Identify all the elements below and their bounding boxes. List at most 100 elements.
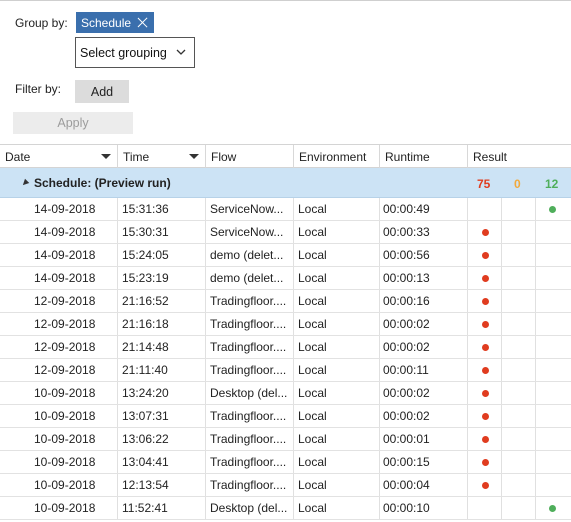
table-row[interactable]: 10-09-2018 12:13:54 Tradingfloor.... Local 0… [0, 474, 571, 497]
date-cell: 12-09-2018 [0, 359, 118, 381]
flow-cell: Tradingfloor.... [206, 428, 294, 450]
flow-cell: Tradingfloor.... [206, 451, 294, 473]
environment-cell: Local [294, 474, 380, 496]
result-fail-cell [468, 313, 502, 335]
result-fail-cell [468, 267, 502, 289]
runtime-cell: 00:00:16 [380, 290, 468, 312]
time-cell: 13:07:31 [118, 405, 206, 427]
runtime-cell: 00:00:10 [380, 497, 468, 519]
column-header-result[interactable]: Result [468, 145, 571, 168]
flow-cell: Desktop (del... [206, 497, 294, 519]
date-cell: 12-09-2018 [0, 336, 118, 358]
result-fail-cell [468, 405, 502, 427]
table-row[interactable]: 12-09-2018 21:16:18 Tradingfloor.... Local 0… [0, 313, 571, 336]
apply-button[interactable]: Apply [13, 112, 133, 134]
result-warn-cell [502, 336, 536, 358]
failed-status-icon [482, 458, 489, 466]
table-row[interactable]: 12-09-2018 21:16:52 Tradingfloor.... Local 0… [0, 290, 571, 313]
date-cell: 12-09-2018 [0, 313, 118, 335]
table-row[interactable]: 14-09-2018 15:31:36 ServiceNow... Local 00:0… [0, 198, 571, 221]
table-row[interactable]: 10-09-2018 13:04:41 Tradingfloor.... Local 0… [0, 451, 571, 474]
flow-cell: demo (delet... [206, 244, 294, 266]
result-warn-cell [502, 382, 536, 404]
result-fail-cell [468, 336, 502, 358]
runtime-cell: 00:00:02 [380, 382, 468, 404]
flow-cell: Tradingfloor.... [206, 405, 294, 427]
success-count: 12 [545, 177, 559, 191]
result-warn-cell [502, 451, 536, 473]
table-row[interactable]: 12-09-2018 21:11:40 Tradingfloor.... Local 0… [0, 359, 571, 382]
failed-status-icon [482, 389, 489, 397]
failed-count: 75 [477, 177, 491, 191]
table-row[interactable]: 10-09-2018 11:52:41 Desktop (del... Local 00… [0, 497, 571, 520]
success-status-icon [549, 504, 556, 512]
column-header-runtime[interactable]: Runtime [380, 145, 468, 168]
time-cell: 11:52:41 [118, 497, 206, 519]
flow-cell: ServiceNow... [206, 221, 294, 243]
collapse-arrow-icon[interactable] [20, 178, 30, 188]
warning-count: 0 [514, 177, 521, 191]
result-ok-cell [536, 221, 571, 243]
flow-cell: Tradingfloor.... [206, 313, 294, 335]
time-cell: 21:14:48 [118, 336, 206, 358]
date-cell: 10-09-2018 [0, 497, 118, 519]
table-row[interactable]: 10-09-2018 13:24:20 Desktop (del... Local 00… [0, 382, 571, 405]
failed-status-icon [482, 274, 489, 282]
column-header-environment[interactable]: Environment [294, 145, 380, 168]
grouping-select[interactable]: Select grouping [75, 37, 195, 68]
table-row[interactable]: 10-09-2018 13:06:22 Tradingfloor.... Local 0… [0, 428, 571, 451]
time-cell: 21:16:18 [118, 313, 206, 335]
date-cell: 10-09-2018 [0, 405, 118, 427]
failed-status-icon [482, 435, 489, 443]
table-row[interactable]: 14-09-2018 15:24:05 demo (delet... Local 00:… [0, 244, 571, 267]
failed-status-icon [482, 297, 489, 305]
result-fail-cell [468, 290, 502, 312]
dropdown-arrow-icon[interactable] [101, 154, 111, 159]
grouping-select-value: Select grouping [80, 45, 167, 60]
column-header-time[interactable]: Time [118, 145, 206, 168]
group-by-label: Group by: [15, 16, 68, 30]
table-row[interactable]: 10-09-2018 13:07:31 Tradingfloor.... Local 0… [0, 405, 571, 428]
result-warn-cell [502, 244, 536, 266]
close-icon[interactable] [137, 17, 148, 28]
date-cell: 10-09-2018 [0, 382, 118, 404]
flow-cell: Tradingfloor.... [206, 359, 294, 381]
result-ok-cell [536, 497, 571, 519]
column-header-label: Time [123, 149, 150, 164]
result-ok-cell [536, 336, 571, 358]
result-fail-cell [468, 451, 502, 473]
table-row[interactable]: 14-09-2018 15:23:19 demo (delet... Local 00:… [0, 267, 571, 290]
time-cell: 12:13:54 [118, 474, 206, 496]
group-by-chip-schedule[interactable]: Schedule [76, 12, 155, 33]
column-header-date[interactable]: Date [0, 145, 118, 168]
add-filter-button[interactable]: Add [75, 80, 129, 103]
filter-by-label: Filter by: [15, 82, 62, 96]
time-cell: 13:06:22 [118, 428, 206, 450]
result-ok-cell [536, 198, 571, 220]
table-row[interactable]: 14-09-2018 15:30:31 ServiceNow... Local 00:0… [0, 221, 571, 244]
environment-cell: Local [294, 405, 380, 427]
result-fail-cell [468, 244, 502, 266]
result-fail-cell [468, 497, 502, 519]
result-warn-cell [502, 359, 536, 381]
group-row-preview-run[interactable]: Schedule: (Preview run) 75 0 12 [0, 168, 571, 198]
result-warn-cell [502, 428, 536, 450]
result-ok-cell [536, 290, 571, 312]
result-warn-cell [502, 221, 536, 243]
time-cell: 15:30:31 [118, 221, 206, 243]
runtime-cell: 00:00:56 [380, 244, 468, 266]
dropdown-arrow-icon[interactable] [189, 154, 199, 159]
result-fail-cell [468, 359, 502, 381]
result-warn-cell [502, 267, 536, 289]
runtime-cell: 00:00:49 [380, 198, 468, 220]
date-cell: 14-09-2018 [0, 267, 118, 289]
result-fail-cell [468, 474, 502, 496]
column-header-flow[interactable]: Flow [206, 145, 294, 168]
result-ok-cell [536, 428, 571, 450]
table-row[interactable]: 12-09-2018 21:14:48 Tradingfloor.... Local 0… [0, 336, 571, 359]
time-cell: 15:31:36 [118, 198, 206, 220]
environment-cell: Local [294, 290, 380, 312]
time-cell: 13:24:20 [118, 382, 206, 404]
result-warn-cell [502, 313, 536, 335]
failed-status-icon [482, 320, 489, 328]
